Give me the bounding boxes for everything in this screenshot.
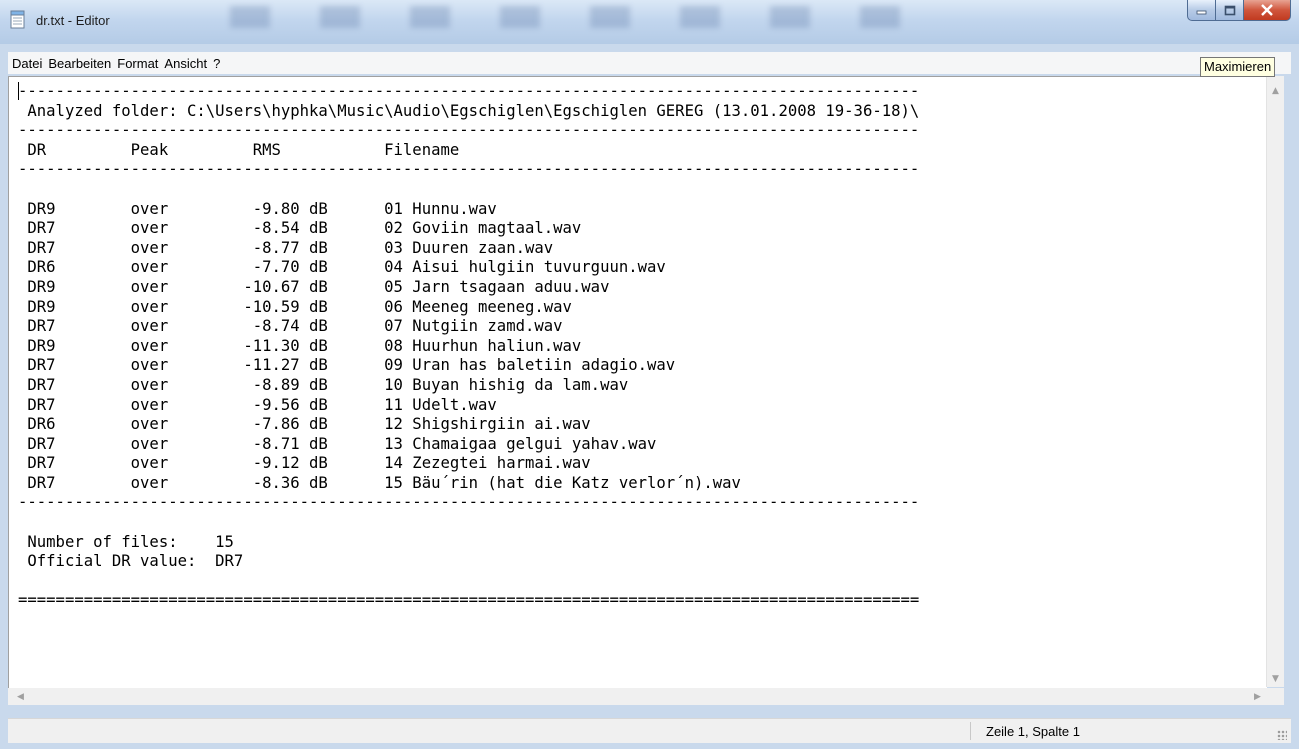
text-line: ========================================… (18, 591, 920, 610)
menu-format[interactable]: Format (113, 56, 160, 71)
minimize-button[interactable] (1187, 0, 1216, 21)
text-line: DR7 over -8.77 dB 03 Duuren zaan.wav (18, 238, 554, 257)
document-text: ----------------------------------------… (18, 82, 919, 611)
resize-grip-icon[interactable] (1277, 730, 1287, 740)
status-bar: Zeile 1, Spalte 1 (8, 718, 1291, 743)
scroll-left-icon[interactable]: ◀ (12, 688, 29, 705)
text-line: Analyzed folder: C:\Users\hyphka\Music\A… (18, 101, 920, 120)
scroll-up-icon[interactable]: ▲ (1267, 82, 1284, 99)
minimize-icon (1196, 10, 1206, 15)
text-line: DR6 over -7.70 dB 04 Aisui hulgiin tuvur… (18, 258, 666, 277)
text-line: DR7 over -9.56 dB 11 Udelt.wav (18, 395, 497, 414)
text-editor[interactable]: ----------------------------------------… (8, 76, 1267, 688)
text-line: DR7 over -8.89 dB 10 Buyan hishig da lam… (18, 375, 629, 394)
text-line: Number of files: 15 (18, 532, 234, 551)
maximize-button[interactable] (1216, 0, 1244, 21)
maximize-tooltip: Maximieren (1200, 57, 1276, 77)
text-line (18, 513, 919, 533)
text-line: DR9 over -10.67 dB 05 Jarn tsagaan aduu.… (18, 277, 610, 296)
scroll-down-icon[interactable]: ▼ (1267, 670, 1284, 687)
text-line: DR7 over -8.36 dB 15 Bäu´rin (hat die Ka… (18, 473, 741, 492)
menu-datei[interactable]: Datei (8, 56, 44, 71)
text-line: DR7 over -8.71 dB 13 Chamaigaa gelgui ya… (18, 434, 657, 453)
menu-bearbeiten[interactable]: Bearbeiten (44, 56, 113, 71)
maximize-icon (1224, 5, 1235, 15)
text-line: ----------------------------------------… (18, 121, 920, 140)
title-bar-background (230, 6, 930, 28)
window-title: dr.txt - Editor (36, 13, 110, 28)
menu-help[interactable]: ? (209, 56, 222, 71)
text-line: DR7 over -8.54 dB 02 Goviin magtaal.wav (18, 219, 582, 238)
title-bar[interactable]: dr.txt - Editor (0, 0, 1299, 44)
text-line: Official DR value: DR7 (18, 552, 244, 571)
text-caret (18, 82, 19, 100)
cursor-position: Zeile 1, Spalte 1 (986, 724, 1080, 739)
text-line: DR9 over -9.80 dB 01 Hunnu.wav (18, 199, 497, 218)
text-line: DR9 over -11.30 dB 08 Huurhun haliun.wav (18, 336, 582, 355)
text-line (18, 572, 919, 592)
text-line: DR7 over -8.74 dB 07 Nutgiin zamd.wav (18, 317, 563, 336)
notepad-icon (10, 10, 25, 29)
text-line: ----------------------------------------… (18, 160, 920, 179)
text-line: DR7 over -11.27 dB 09 Uran has baletiin … (18, 356, 676, 375)
text-line (18, 180, 919, 200)
text-line: DR9 over -10.59 dB 06 Meeneg meeneg.wav (18, 297, 572, 316)
close-icon (1261, 4, 1273, 16)
text-line: ----------------------------------------… (18, 493, 920, 512)
menu-bar: Datei Bearbeiten Format Ansicht ? (8, 52, 1291, 74)
horizontal-scrollbar[interactable]: ◀ ▶ (8, 688, 1266, 705)
close-button[interactable] (1244, 0, 1291, 21)
menu-ansicht[interactable]: Ansicht (160, 56, 209, 71)
text-line: DR6 over -7.86 dB 12 Shigshirgiin ai.wav (18, 415, 591, 434)
status-separator (970, 722, 971, 740)
text-line: DR Peak RMS Filename (18, 140, 460, 159)
scroll-corner (1266, 688, 1284, 705)
vertical-scrollbar[interactable]: ▲ ▼ (1266, 76, 1284, 687)
text-line: ----------------------------------------… (18, 82, 920, 100)
text-line: DR7 over -9.12 dB 14 Zezegtei harmai.wav (18, 454, 591, 473)
scroll-right-icon[interactable]: ▶ (1249, 688, 1266, 705)
caption-buttons (1187, 0, 1291, 28)
